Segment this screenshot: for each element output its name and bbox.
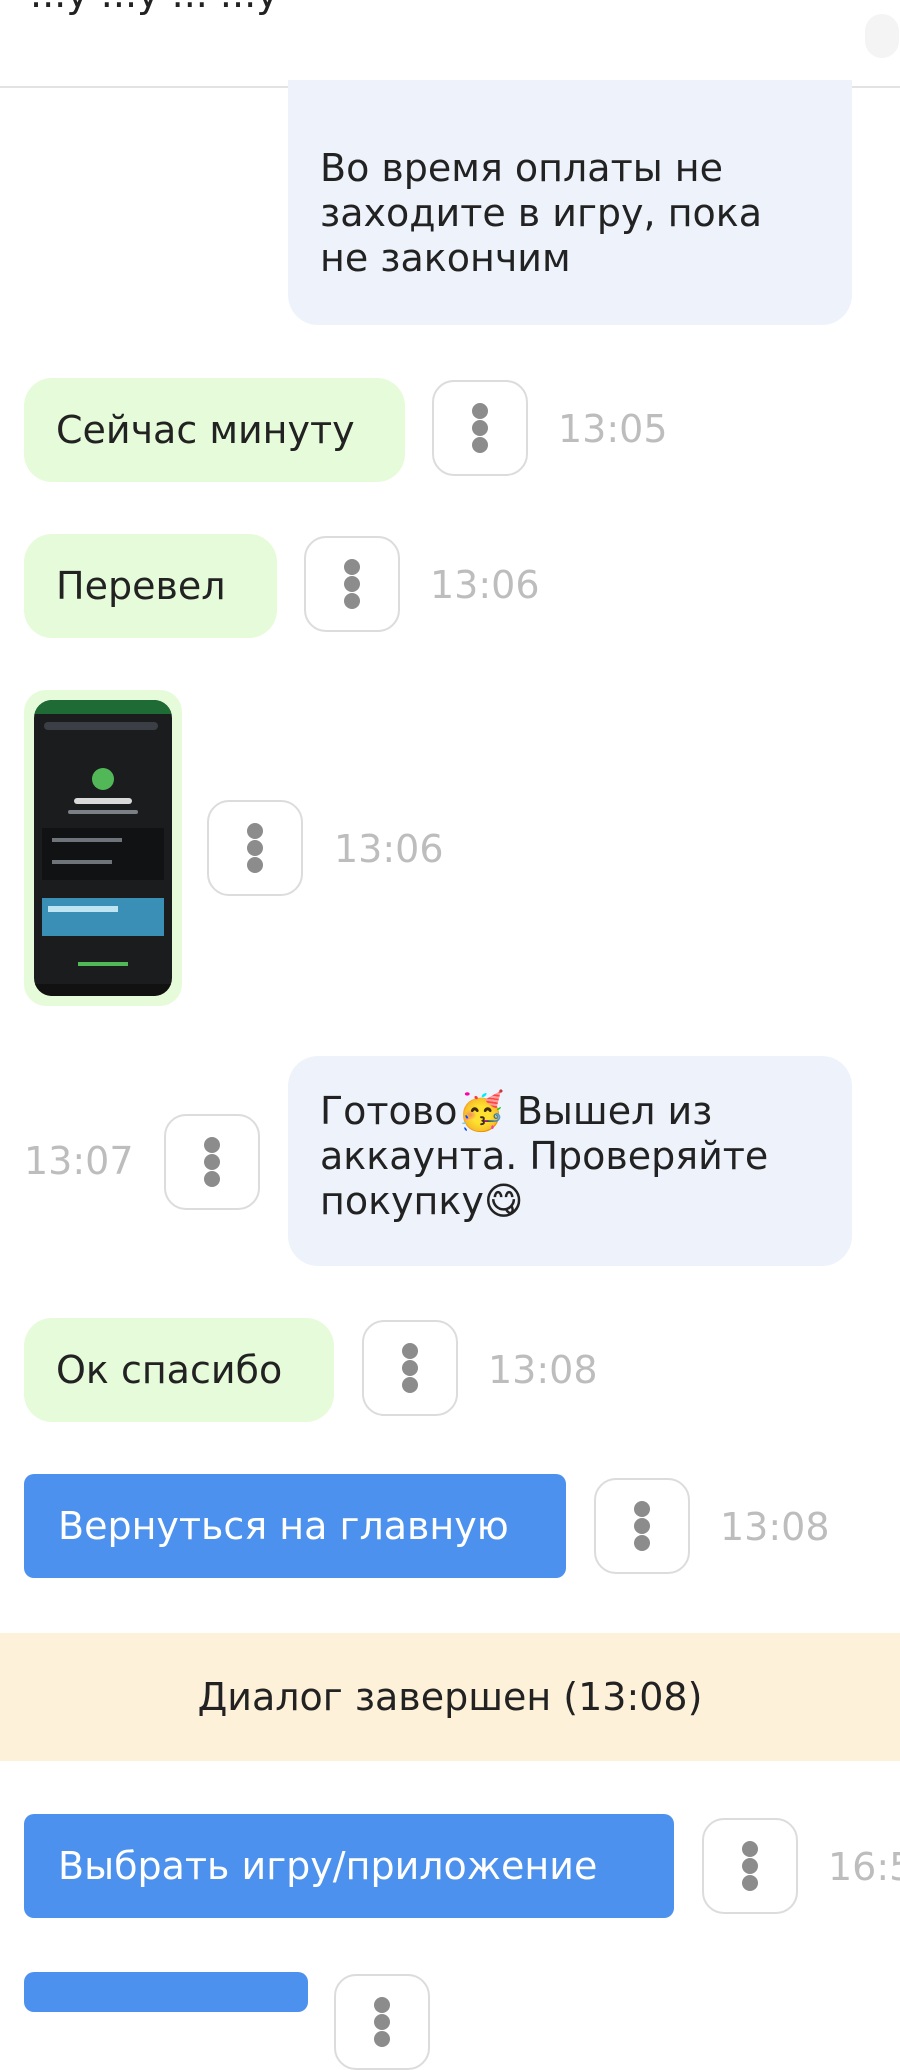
outgoing-message-payment-warning: Во время оплаты не заходите в игру, пока…	[288, 80, 852, 325]
message-more-button[interactable]	[164, 1114, 260, 1210]
message-text-line: Готово🥳 Вышел из	[320, 1089, 713, 1133]
message-time: 13:08	[720, 1505, 830, 1549]
dialog-ended-text: Диалог завершен (13:08)	[197, 1675, 703, 1719]
outgoing-message-done: Готово🥳 Вышел из аккаунта. Проверяйте по…	[288, 1056, 852, 1266]
message-text: Ок спасибо	[56, 1347, 283, 1392]
message-more-button[interactable]	[432, 380, 528, 476]
dialog-ended-notice: Диалог завершен (13:08)	[0, 1633, 900, 1761]
next-action-button[interactable]	[24, 1972, 308, 2012]
message-more-button[interactable]	[304, 536, 400, 632]
choose-game-app-button[interactable]: Выбрать игру/приложение	[24, 1814, 674, 1918]
message-text-line: аккаунта. Проверяйте	[320, 1134, 769, 1178]
message-text-line: не закончим	[320, 236, 571, 280]
header-action-icon[interactable]	[865, 14, 899, 58]
incoming-message-wait: Сейчас минуту	[24, 378, 405, 482]
message-more-button[interactable]	[362, 1320, 458, 1416]
chat-header-title: ...y ...y ... ...y	[30, 0, 279, 16]
message-time: 13:08	[488, 1348, 598, 1392]
message-time: 13:07	[24, 1139, 134, 1183]
chat-header: ...y ...y ... ...y	[0, 0, 900, 88]
message-time: 16:5	[828, 1845, 900, 1889]
incoming-message-transferred: Перевел	[24, 534, 277, 638]
incoming-image-message[interactable]	[24, 690, 182, 1006]
yum-face-emoji: 😋	[483, 1179, 524, 1223]
message-time: 13:06	[430, 563, 540, 607]
message-more-button[interactable]	[334, 1974, 430, 2070]
message-more-button[interactable]	[702, 1818, 798, 1914]
message-time: 13:06	[334, 827, 444, 871]
message-time: 13:05	[558, 407, 668, 451]
message-text: Перевел	[56, 563, 226, 608]
message-more-button[interactable]	[594, 1478, 690, 1574]
message-text-line: заходите в игру, пока	[320, 191, 763, 235]
return-home-button[interactable]: Вернуться на главную	[24, 1474, 566, 1578]
message-text: Сейчас минуту	[56, 407, 355, 452]
incoming-message-thanks: Ок спасибо	[24, 1318, 334, 1422]
message-more-button[interactable]	[207, 800, 303, 896]
payment-screenshot-thumbnail[interactable]	[34, 700, 172, 996]
message-text-line: Во время оплаты не	[320, 146, 724, 190]
partying-face-emoji: 🥳	[457, 1089, 505, 1133]
message-text-line: покупку😋	[320, 1179, 524, 1223]
